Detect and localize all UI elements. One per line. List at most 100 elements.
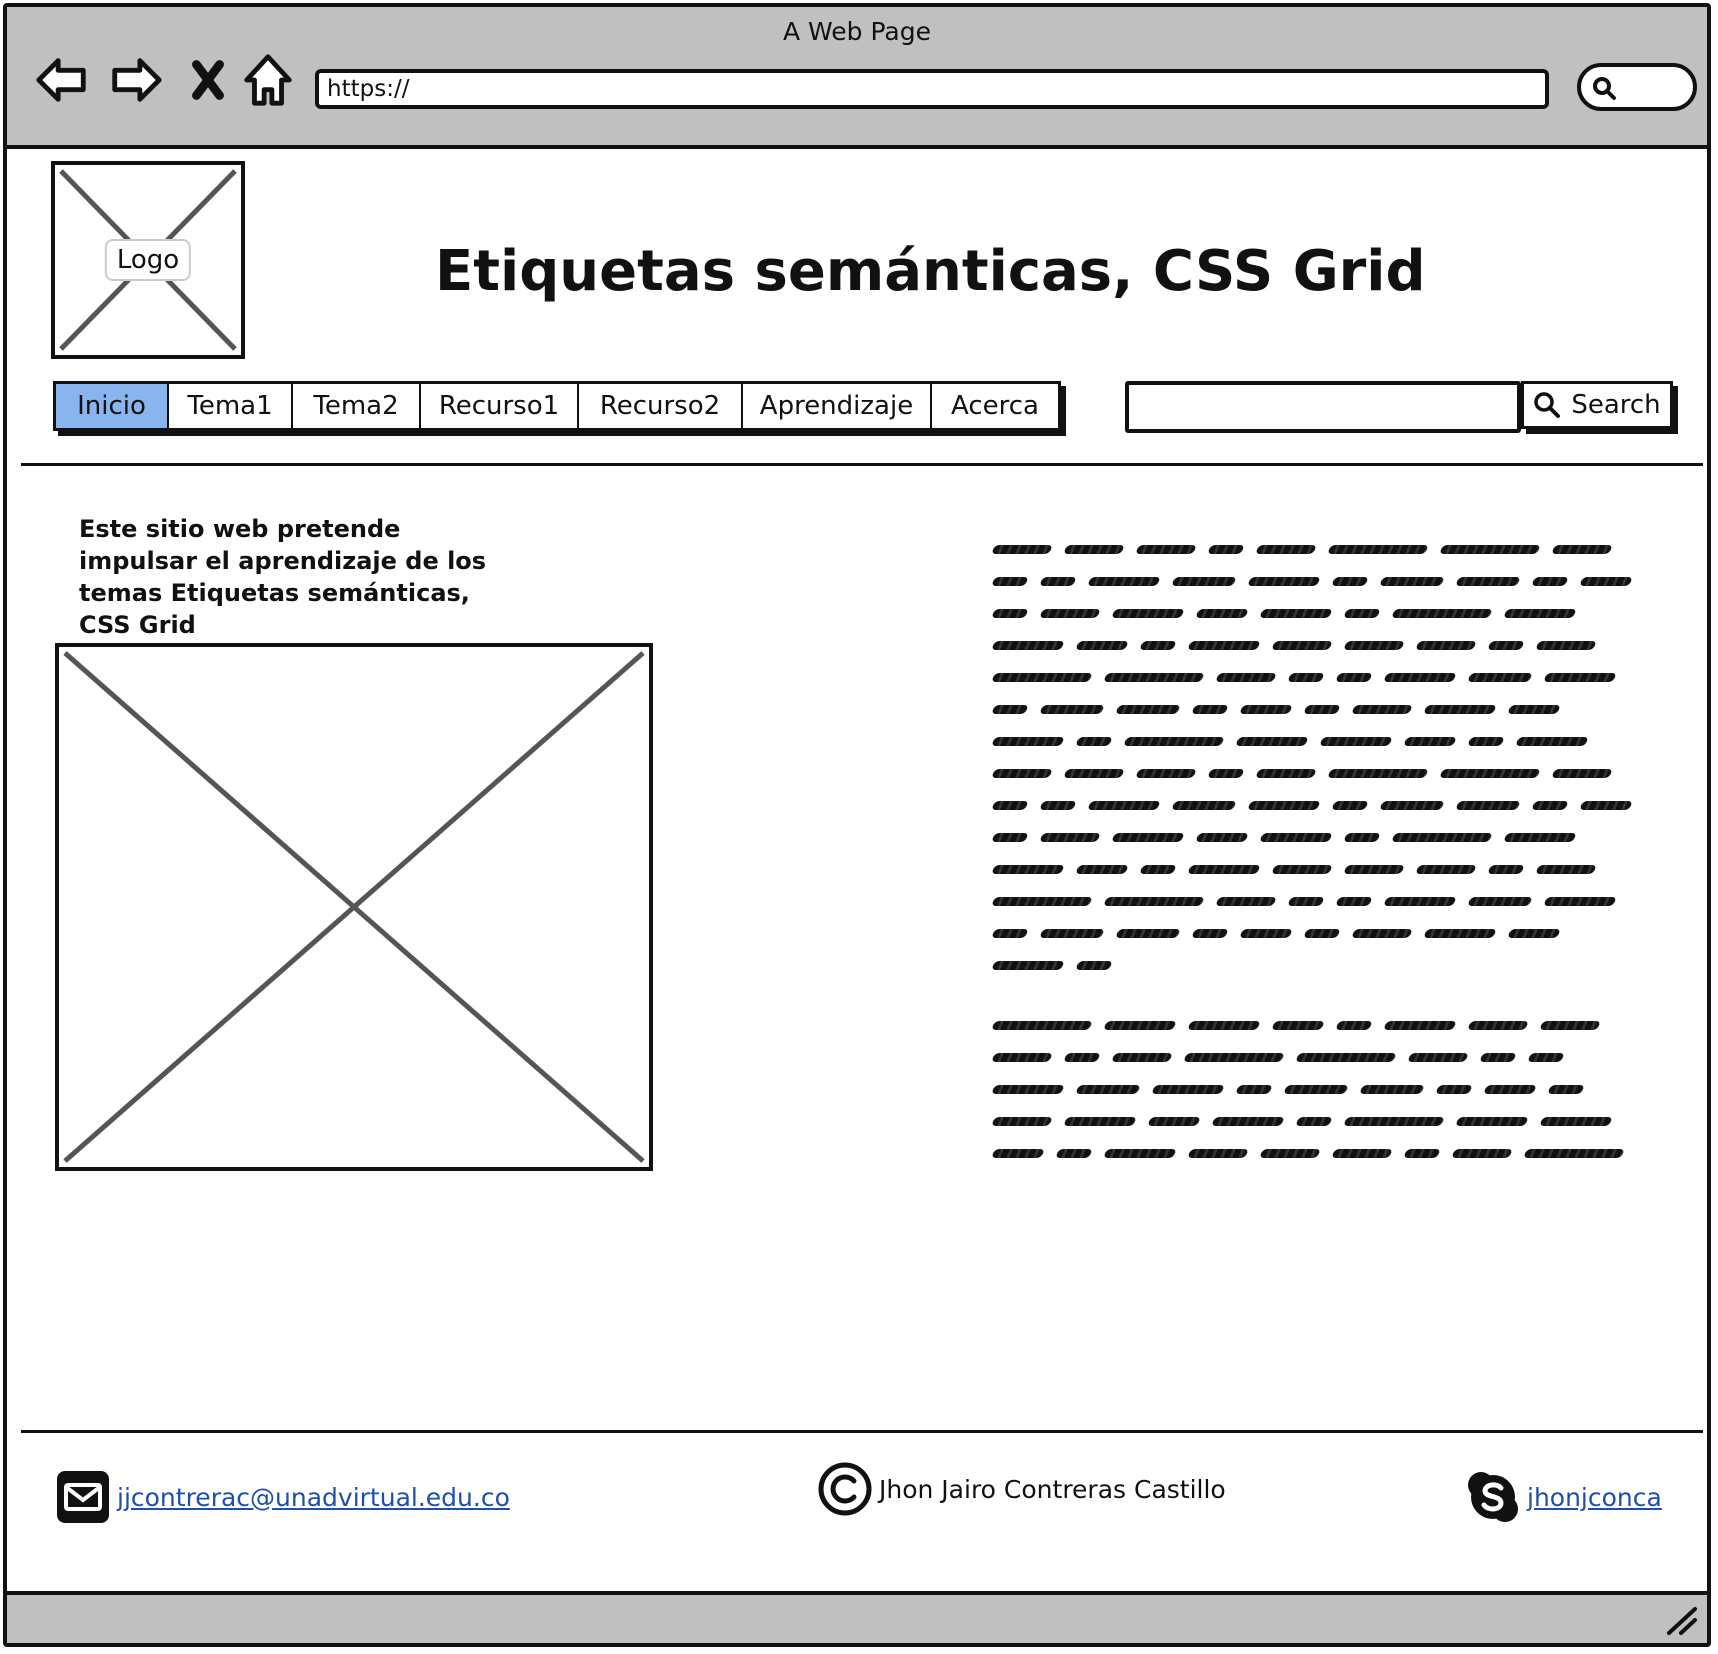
tab-inicio[interactable]: Inicio (56, 384, 169, 428)
scribble-word (1379, 800, 1445, 810)
scribble-word (1247, 576, 1321, 586)
scribble-word (991, 768, 1053, 778)
scribble-word (1343, 832, 1381, 842)
scribble-word (1303, 704, 1341, 714)
paragraph-scribble-2 (991, 1009, 1659, 1169)
author-name: Jhon Jairo Contreras Castillo (879, 1474, 1226, 1504)
scribble-word (1383, 896, 1457, 906)
scribble-word (1295, 1116, 1333, 1126)
scribble-word (1579, 800, 1633, 810)
scribble-word (1295, 1052, 1397, 1062)
scribble-word (991, 672, 1093, 682)
scribble-word (1331, 1148, 1393, 1158)
scribble-word (1503, 608, 1577, 618)
scribble-word (1139, 640, 1177, 650)
footer-skype: jhonjconca (1465, 1469, 1662, 1525)
scribble-word (1191, 704, 1229, 714)
scribble-word (1103, 672, 1205, 682)
scribble-line (991, 1041, 1659, 1073)
tab-recurso2[interactable]: Recurso2 (579, 384, 743, 428)
scribble-word (1327, 544, 1429, 554)
scribble-word (1063, 768, 1125, 778)
scribble-word (991, 576, 1029, 586)
scribble-word (1423, 928, 1497, 938)
scribble-word (991, 1148, 1045, 1158)
scribble-word (991, 704, 1029, 714)
scribble-word (991, 928, 1029, 938)
browser-chrome: A Web Page https:// (7, 7, 1707, 149)
footer-email: jjcontrerac@unadvirtual.edu.co (55, 1469, 510, 1525)
scribble-word (1063, 544, 1125, 554)
scribble-word (1271, 640, 1333, 650)
scribble-line (991, 693, 1659, 725)
scribble-word (1407, 1052, 1469, 1062)
url-bar[interactable]: https:// (315, 69, 1549, 109)
tab-tema1[interactable]: Tema1 (169, 384, 293, 428)
scribble-word (991, 736, 1065, 746)
scribble-word (1303, 928, 1341, 938)
scribble-line (991, 1009, 1659, 1041)
paragraph-scribble-1 (991, 533, 1659, 981)
scribble-word (1487, 864, 1525, 874)
resize-grip-icon[interactable] (1665, 1603, 1699, 1637)
scribble-word (1507, 928, 1561, 938)
scribble-word (1343, 640, 1405, 650)
scribble-word (1187, 864, 1261, 874)
scribble-word (1319, 736, 1393, 746)
scribble-word (1515, 736, 1589, 746)
home-icon[interactable] (239, 51, 297, 109)
scribble-word (1383, 672, 1457, 682)
skype-link[interactable]: jhonjconca (1527, 1483, 1662, 1512)
scribble-word (991, 1116, 1053, 1126)
page-title: Etiquetas semánticas, CSS Grid (435, 239, 1426, 304)
scribble-word (1075, 736, 1113, 746)
search-button-label: Search (1571, 390, 1661, 420)
scribble-line (991, 1105, 1659, 1137)
email-link[interactable]: jjcontrerac@unadvirtual.edu.co (117, 1483, 510, 1512)
close-icon[interactable] (179, 51, 237, 109)
scribble-word (1467, 672, 1533, 682)
scribble-word (1455, 800, 1521, 810)
scribble-line (991, 533, 1659, 565)
scribble-word (1551, 544, 1613, 554)
scribble-line (991, 789, 1659, 821)
scribble-line (991, 1137, 1659, 1169)
search-input[interactable] (1125, 381, 1521, 433)
scribble-word (991, 544, 1053, 554)
scribble-word (1187, 1020, 1261, 1030)
forward-arrow-icon[interactable] (107, 51, 165, 109)
scribble-word (1255, 768, 1317, 778)
scribble-word (1075, 960, 1113, 970)
scribble-word (991, 608, 1029, 618)
back-arrow-icon[interactable] (33, 51, 91, 109)
logo-placeholder: Logo (51, 161, 245, 359)
scribble-word (1283, 1084, 1349, 1094)
browser-search-field[interactable] (1577, 63, 1697, 111)
scribble-word (1539, 1020, 1601, 1030)
tab-acerca[interactable]: Acerca (932, 384, 1058, 428)
scribble-word (1531, 576, 1569, 586)
tab-aprendizaje[interactable]: Aprendizaje (743, 384, 932, 428)
scribble-word (1467, 896, 1533, 906)
scribble-word (1239, 704, 1293, 714)
scribble-word (1479, 1052, 1517, 1062)
scribble-line (991, 821, 1659, 853)
scribble-word (1235, 736, 1309, 746)
search-button[interactable]: Search (1521, 381, 1673, 429)
scribble-word (1111, 832, 1185, 842)
scribble-word (1039, 704, 1105, 714)
scribble-word (1111, 1052, 1173, 1062)
tab-tema2[interactable]: Tema2 (293, 384, 421, 428)
scribble-word (1483, 1084, 1537, 1094)
status-bar (7, 1591, 1707, 1643)
tab-bar: Inicio Tema1 Tema2 Recurso1 Recurso2 Apr… (53, 381, 1061, 431)
scribble-word (1543, 672, 1617, 682)
tab-recurso1[interactable]: Recurso1 (421, 384, 579, 428)
scribble-word (1331, 576, 1369, 586)
scribble-word (1187, 1148, 1249, 1158)
scribble-line (991, 1073, 1659, 1105)
scribble-word (991, 896, 1093, 906)
scribble-word (1487, 640, 1525, 650)
scribble-word (1063, 1116, 1137, 1126)
skype-icon (1468, 1472, 1518, 1522)
